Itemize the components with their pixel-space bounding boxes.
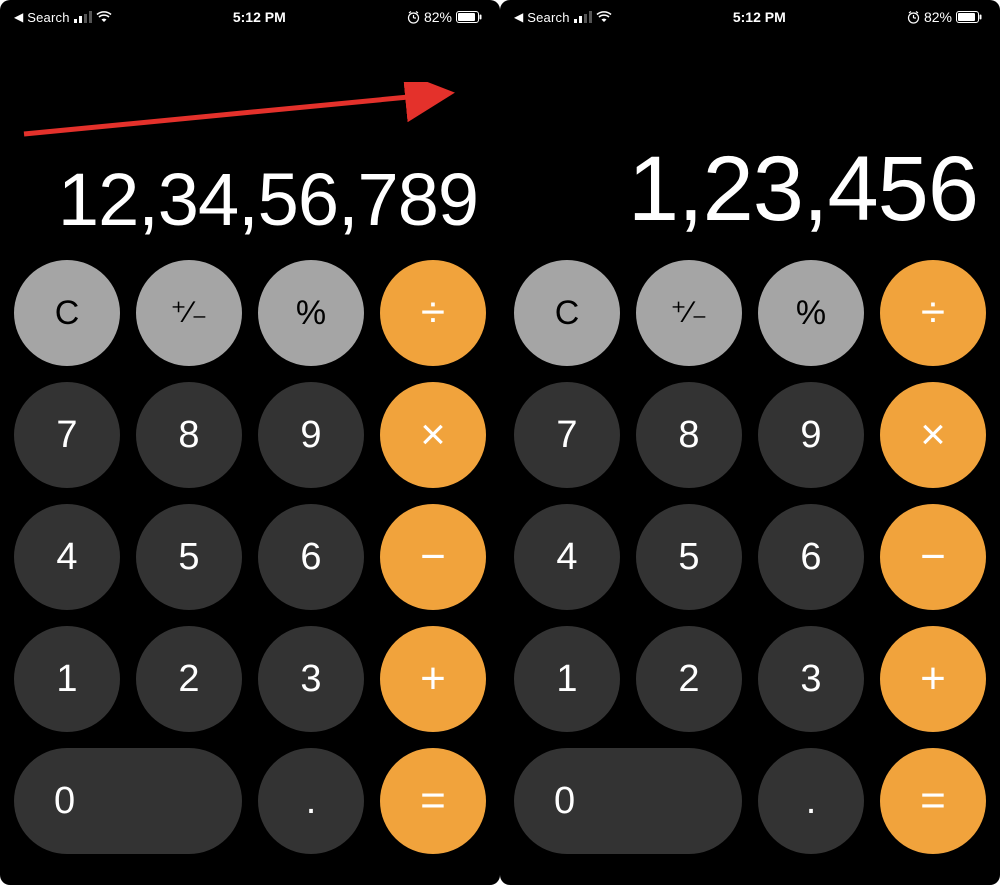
status-time: 5:12 PM (733, 9, 786, 25)
calc-display-value: 12,34,56,789 (58, 157, 478, 242)
digit-3-button[interactable]: 3 (258, 626, 364, 732)
minus-button[interactable]: − (880, 504, 986, 610)
percent-button[interactable]: % (758, 260, 864, 366)
battery-percent: 82% (424, 9, 452, 25)
swipe-arrow-annotation (20, 82, 470, 142)
keypad: C ⁺∕₋ % ÷ 7 8 9 × 4 5 6 − 1 2 3 + (514, 260, 986, 871)
multiply-button[interactable]: × (380, 382, 486, 488)
back-to-search[interactable]: Search (27, 10, 69, 25)
digit-4-button[interactable]: 4 (514, 504, 620, 610)
equals-button[interactable]: = (880, 748, 986, 854)
divide-button[interactable]: ÷ (380, 260, 486, 366)
divide-button[interactable]: ÷ (880, 260, 986, 366)
calc-display-area[interactable]: 12,34,56,789 (14, 30, 486, 260)
sign-button[interactable]: ⁺∕₋ (136, 260, 242, 366)
digit-9-button[interactable]: 9 (258, 382, 364, 488)
alarm-icon (907, 11, 920, 24)
calc-display-value: 1,23,456 (628, 137, 978, 242)
battery-percent: 82% (924, 9, 952, 25)
minus-button[interactable]: − (380, 504, 486, 610)
multiply-button[interactable]: × (880, 382, 986, 488)
digit-0-button[interactable]: 0 (514, 748, 742, 854)
decimal-button[interactable]: . (758, 748, 864, 854)
digit-6-button[interactable]: 6 (758, 504, 864, 610)
sign-button[interactable]: ⁺∕₋ (636, 260, 742, 366)
status-time: 5:12 PM (233, 9, 286, 25)
digit-8-button[interactable]: 8 (636, 382, 742, 488)
phone-screen-left: ◀ Search 5:12 PM 82% 12,34,56,789 C ⁺∕ (0, 0, 500, 885)
clear-button[interactable]: C (14, 260, 120, 366)
battery-icon (456, 11, 482, 23)
plus-button[interactable]: + (380, 626, 486, 732)
calc-display-area[interactable]: 1,23,456 (514, 30, 986, 260)
wifi-icon (596, 11, 612, 23)
digit-9-button[interactable]: 9 (758, 382, 864, 488)
digit-0-button[interactable]: 0 (14, 748, 242, 854)
digit-1-button[interactable]: 1 (14, 626, 120, 732)
digit-5-button[interactable]: 5 (636, 504, 742, 610)
digit-6-button[interactable]: 6 (258, 504, 364, 610)
digit-1-button[interactable]: 1 (514, 626, 620, 732)
back-to-search[interactable]: Search (527, 10, 569, 25)
back-caret-icon[interactable]: ◀ (514, 10, 523, 24)
wifi-icon (96, 11, 112, 23)
percent-button[interactable]: % (258, 260, 364, 366)
digit-2-button[interactable]: 2 (636, 626, 742, 732)
plus-button[interactable]: + (880, 626, 986, 732)
decimal-button[interactable]: . (258, 748, 364, 854)
alarm-icon (407, 11, 420, 24)
digit-5-button[interactable]: 5 (136, 504, 242, 610)
status-bar: ◀ Search 5:12 PM 82% (14, 0, 486, 30)
cell-signal-icon (574, 11, 592, 23)
equals-button[interactable]: = (380, 748, 486, 854)
clear-button[interactable]: C (514, 260, 620, 366)
digit-7-button[interactable]: 7 (14, 382, 120, 488)
digit-4-button[interactable]: 4 (14, 504, 120, 610)
back-caret-icon[interactable]: ◀ (14, 10, 23, 24)
digit-3-button[interactable]: 3 (758, 626, 864, 732)
digit-2-button[interactable]: 2 (136, 626, 242, 732)
phone-screen-right: ◀ Search 5:12 PM 82% 1,23,456 C ⁺∕₋ % ÷ (500, 0, 1000, 885)
digit-7-button[interactable]: 7 (514, 382, 620, 488)
cell-signal-icon (74, 11, 92, 23)
battery-icon (956, 11, 982, 23)
digit-8-button[interactable]: 8 (136, 382, 242, 488)
status-bar: ◀ Search 5:12 PM 82% (514, 0, 986, 30)
keypad: C ⁺∕₋ % ÷ 7 8 9 × 4 5 6 − 1 2 3 + (14, 260, 486, 871)
